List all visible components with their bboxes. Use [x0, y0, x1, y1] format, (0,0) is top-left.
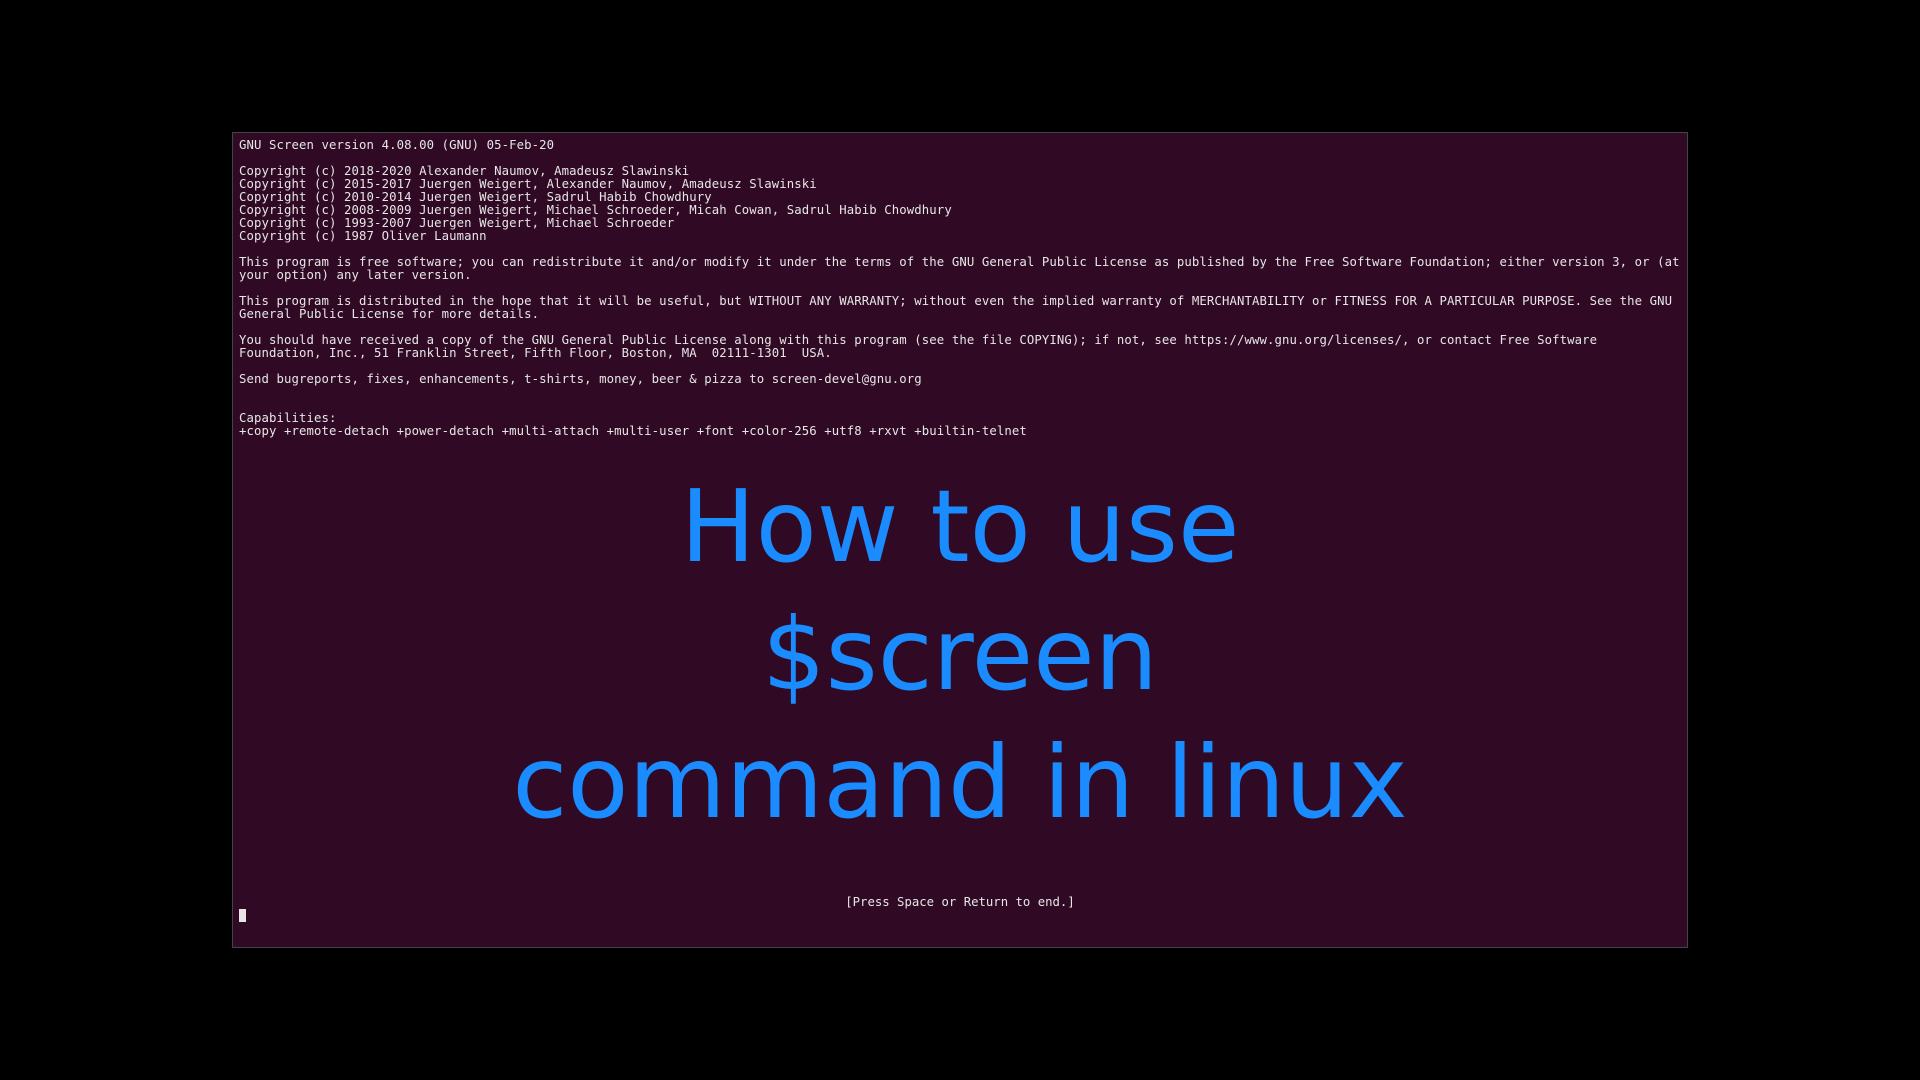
capabilities-list: +copy +remote-detach +power-detach +mult…: [239, 424, 1027, 438]
license-line: You should have received a copy of the G…: [239, 333, 1605, 360]
license-line: This program is distributed in the hope …: [239, 294, 1680, 321]
license-line: This program is free software; you can r…: [239, 255, 1687, 282]
copyright-line: Copyright (c) 1987 Oliver Laumann: [239, 229, 487, 243]
title-overlay: How to use $screen command in linux: [233, 463, 1687, 847]
capabilities-label: Capabilities:: [239, 411, 337, 425]
copyright-line: Copyright (c) 2015-2017 Juergen Weigert,…: [239, 177, 817, 191]
version-line: GNU Screen version 4.08.00 (GNU) 05-Feb-…: [239, 138, 554, 152]
terminal-output: GNU Screen version 4.08.00 (GNU) 05-Feb-…: [239, 139, 1681, 438]
bugreports-line: Send bugreports, fixes, enhancements, t-…: [239, 372, 922, 386]
copyright-line: Copyright (c) 2010-2014 Juergen Weigert,…: [239, 190, 712, 204]
status-prompt: [Press Space or Return to end.]: [233, 895, 1687, 909]
copyright-line: Copyright (c) 2008-2009 Juergen Weigert,…: [239, 203, 952, 217]
terminal-cursor: [239, 909, 246, 922]
overlay-line-3: command in linux: [233, 719, 1687, 847]
copyright-line: Copyright (c) 1993-2007 Juergen Weigert,…: [239, 216, 674, 230]
terminal-window[interactable]: GNU Screen version 4.08.00 (GNU) 05-Feb-…: [232, 132, 1688, 948]
copyright-line: Copyright (c) 2018-2020 Alexander Naumov…: [239, 164, 689, 178]
overlay-line-2: $screen: [233, 591, 1687, 719]
overlay-line-1: How to use: [233, 463, 1687, 591]
